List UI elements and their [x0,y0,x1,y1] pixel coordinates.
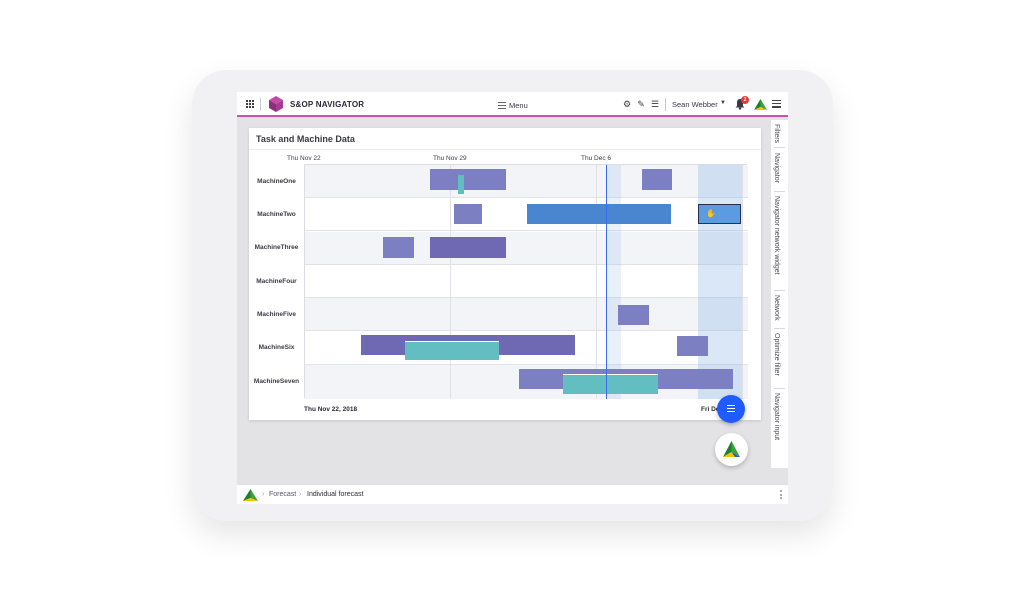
gantt-row [305,232,748,265]
side-tab-network[interactable]: Network [773,295,780,321]
hand-cursor-icon: ✋ [706,209,716,218]
divider [665,98,666,111]
side-tab-navigator[interactable]: Navigator [773,153,780,183]
gantt-row [305,165,748,198]
task-bar[interactable] [430,237,506,258]
date-header-label: Thu Nov 22 [287,155,321,162]
highlight-band [607,165,621,399]
fab-menu-button[interactable] [717,395,745,423]
task-bar[interactable] [458,175,464,194]
side-tabs-tail [771,452,788,468]
app-title[interactable]: S&OP NAVIGATOR [290,100,364,109]
machine-label: MachineThree [254,244,299,251]
panel-title: Task and Machine Data [256,134,355,144]
chevron-right-icon: › [262,491,265,498]
top-bar: S&OP NAVIGATOR Menu ⚙ ✎ ☰ Sean Webber ▼ … [237,92,788,117]
task-bar[interactable] [405,341,499,360]
selection-band [698,165,742,399]
list-icon[interactable]: ☰ [649,98,661,110]
gantt-row [305,265,748,298]
range-start-label: Thu Nov 22, 2018 [304,406,358,413]
user-name[interactable]: Sean Webber [672,100,718,109]
machine-label: MachineTwo [257,211,296,218]
hamburger-icon [498,101,506,109]
side-tab-optimize-filter[interactable]: Optimize filter [773,333,780,376]
breadcrumb-bar: › Forecast › Individual forecast [237,484,788,504]
date-header-label: Thu Nov 29 [433,155,467,162]
divider [774,388,785,389]
machine-label: MachineFive [256,311,296,318]
apps-grid-icon[interactable] [246,100,254,108]
task-bar[interactable] [618,305,649,325]
gantt-row [305,298,748,331]
divider [774,147,785,148]
task-bar[interactable] [677,336,708,356]
notification-badge: 2 [741,96,749,104]
gantt-panel: Task and Machine Data Thu Nov 22 Thu Nov… [249,128,761,420]
menu-icon [727,405,735,412]
brand-triangle-icon[interactable] [754,99,767,110]
breadcrumb-item-forecast[interactable]: Forecast [269,491,296,498]
menu-label: Menu [509,100,528,110]
side-tab-filters[interactable]: Filters [773,124,780,143]
machine-label: MachineOne [257,178,296,185]
task-bar[interactable] [563,374,658,394]
divider [774,290,785,291]
app-logo-icon [269,96,283,112]
chevron-right-icon: › [299,491,302,498]
app-screen: S&OP NAVIGATOR Menu ⚙ ✎ ☰ Sean Webber ▼ … [237,92,788,504]
machine-label: MachineSeven [253,378,300,385]
week-gridline [596,165,597,399]
divider [249,149,761,150]
task-bar[interactable] [454,204,482,224]
side-tab-navigator-input[interactable]: Navigator input [773,393,780,440]
week-gridline [450,165,451,399]
divider [774,328,785,329]
gear-icon[interactable]: ⚙ [621,98,633,110]
side-tabs: Filters Navigator Navigator network widg… [771,120,788,468]
gantt-grid: ✋ [304,164,748,399]
task-bar[interactable] [527,204,671,224]
task-bar[interactable] [383,237,414,258]
task-bar[interactable] [642,169,672,190]
week-gridline [742,165,743,399]
brand-triangle-icon[interactable] [243,489,258,501]
today-line [606,165,607,399]
brand-fab-button[interactable] [715,433,748,466]
caret-down-icon[interactable]: ▼ [720,100,726,106]
machine-label: MachineSix [258,344,295,351]
more-vertical-icon[interactable] [780,490,782,499]
breadcrumb-item-individual-forecast: Individual forecast [307,491,364,498]
pencil-icon[interactable]: ✎ [635,98,647,110]
brand-triangle-icon [723,441,740,457]
task-bar[interactable] [430,169,506,190]
divider [260,98,261,111]
sliders-icon[interactable] [772,100,781,108]
divider [774,191,785,192]
machine-label: MachineFour [256,278,297,285]
task-bar-selected[interactable] [698,204,741,224]
menu-button[interactable]: Menu [498,99,528,111]
date-header-label: Thu Dec 6 [581,155,611,162]
side-tab-navigator-network-widget[interactable]: Navigator network widget [773,196,780,275]
